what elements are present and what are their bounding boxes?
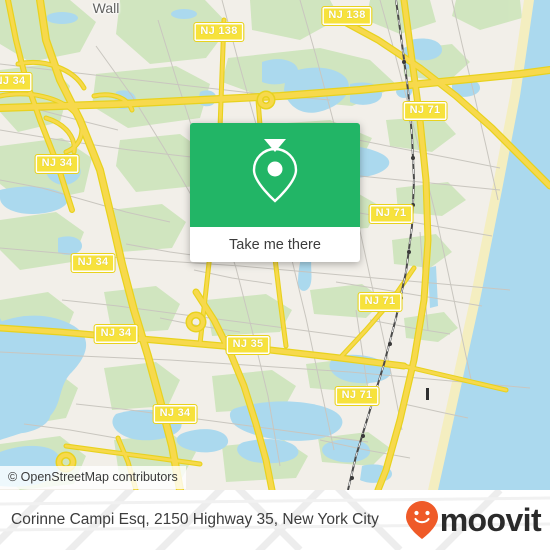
road-shield-nj71-4[interactable]: NJ 71 xyxy=(334,386,380,406)
popup-tail-pointer xyxy=(264,139,286,152)
road-shield-nj71-1[interactable]: NJ 71 xyxy=(402,101,448,121)
road-shield-nj71-2[interactable]: NJ 71 xyxy=(368,204,414,224)
road-shield-nj34-2[interactable]: NJ 34 xyxy=(34,154,80,174)
map-pin-icon xyxy=(252,147,298,203)
road-shield-nj34-3[interactable]: NJ 34 xyxy=(70,253,116,273)
osm-attribution[interactable]: © OpenStreetMap contributors xyxy=(0,466,186,489)
place-label-wall: Wall xyxy=(92,0,120,16)
footer-bar: Corinne Campi Esq, 2150 Highway 35, New … xyxy=(0,490,550,550)
moovit-smiley-pin-icon xyxy=(405,501,438,539)
take-me-there-button[interactable]: Take me there xyxy=(190,227,360,262)
moovit-brand[interactable]: moovit xyxy=(405,500,542,540)
road-shield-nj138-1[interactable]: NJ 138 xyxy=(193,22,245,42)
road-shield-nj138-2[interactable]: NJ 138 xyxy=(321,6,373,26)
road-shield-nj71-3[interactable]: NJ 71 xyxy=(357,292,403,312)
map-screenshot: Wall NJ 34 NJ 138 NJ 138 NJ 34 NJ 71 NJ … xyxy=(0,0,550,550)
take-me-there-label: Take me there xyxy=(229,236,321,253)
map-canvas[interactable]: Wall NJ 34 NJ 138 NJ 138 NJ 34 NJ 71 NJ … xyxy=(0,0,550,490)
page-title: Corinne Campi Esq, 2150 Highway 35, New … xyxy=(11,511,379,528)
osm-attribution-text: © OpenStreetMap contributors xyxy=(8,470,178,484)
road-shield-nj34-1[interactable]: NJ 34 xyxy=(0,72,33,92)
road-shield-nj34-4[interactable]: NJ 34 xyxy=(93,324,139,344)
road-shield-nj35-1[interactable]: NJ 35 xyxy=(225,335,271,355)
road-shield-nj34-5[interactable]: NJ 34 xyxy=(152,404,198,424)
moovit-wordmark: moovit xyxy=(439,502,542,538)
